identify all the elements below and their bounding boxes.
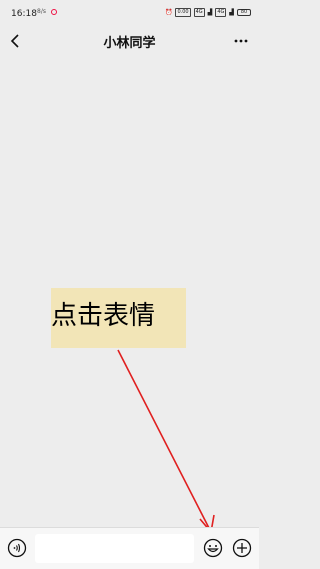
chat-title: 小林同学 — [103, 36, 156, 51]
message-input[interactable] — [35, 534, 194, 563]
status-speed: 0.00 — [175, 8, 191, 17]
notification-ring-icon — [50, 8, 57, 15]
annotation-box: 点击表情 — [51, 288, 186, 348]
status-right-icons: ⏰ 0.00 4G ▟ 4G ▟ 80 — [165, 8, 251, 17]
emoji-icon[interactable] — [203, 538, 223, 558]
battery-icon: 80 — [237, 9, 251, 16]
status-left-icons: 8/s — [37, 8, 57, 15]
alarm-icon: ⏰ — [165, 9, 173, 16]
status-network-1: 4G — [193, 8, 205, 17]
more-dots-icon[interactable] — [233, 35, 249, 47]
plus-circle-icon[interactable] — [232, 538, 252, 558]
status-time: 16:18 — [11, 9, 37, 19]
signal-icon-2: ▟ — [229, 9, 234, 16]
status-bar: 16:18 8/s ⏰ 0.00 4G ▟ 4G ▟ 80 — [0, 0, 259, 26]
signal-icon-1: ▟ — [207, 9, 213, 16]
voice-icon[interactable] — [7, 538, 27, 558]
chat-input-bar — [0, 527, 259, 569]
status-data-rate: 8/s — [37, 8, 46, 15]
chat-header: 小林同学 — [0, 26, 259, 56]
annotation-text: 点击表情 — [51, 301, 156, 331]
status-network-2: 4G — [215, 8, 227, 17]
